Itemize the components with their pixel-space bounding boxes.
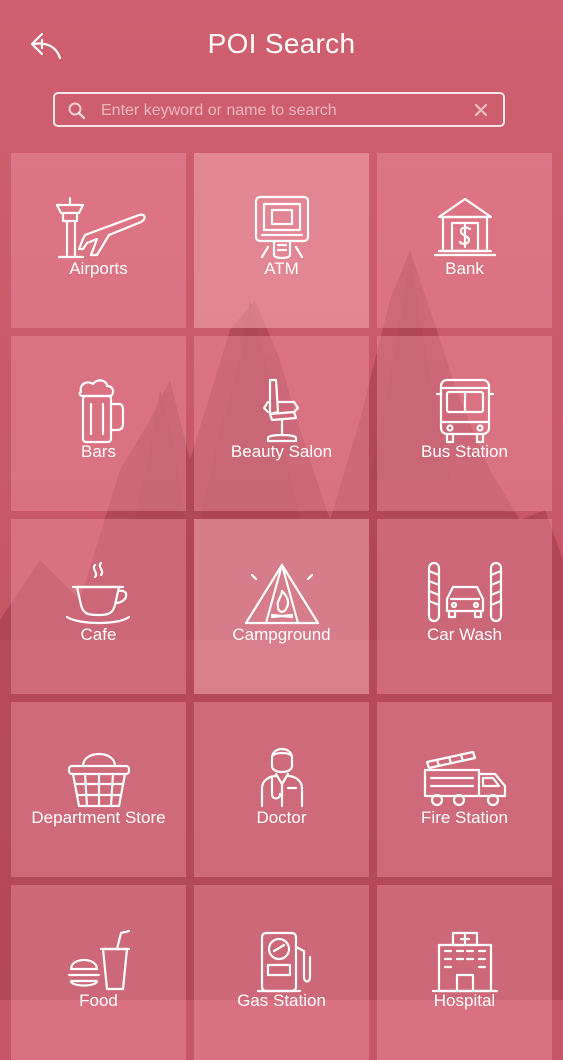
category-bank[interactable]: Bank bbox=[377, 153, 552, 328]
category-car-wash[interactable]: Car Wash bbox=[377, 519, 552, 694]
category-label: Airports bbox=[69, 259, 128, 278]
search-icon bbox=[68, 102, 86, 120]
category-atm[interactable]: ATM bbox=[194, 153, 369, 328]
burger-drink-icon bbox=[49, 927, 149, 995]
category-airports[interactable]: Airports bbox=[11, 153, 186, 328]
basket-icon bbox=[49, 744, 149, 812]
category-department-store[interactable]: Department Store bbox=[11, 702, 186, 877]
category-label: Beauty Salon bbox=[230, 442, 333, 461]
beer-mug-icon bbox=[49, 378, 149, 446]
category-label: Food bbox=[79, 991, 118, 1010]
category-label: Bank bbox=[445, 259, 484, 278]
category-label: Bus Station bbox=[421, 442, 508, 461]
category-label: Doctor bbox=[256, 808, 307, 827]
category-hospital[interactable]: Hospital bbox=[377, 885, 552, 1060]
category-label: Gas Station bbox=[237, 991, 326, 1010]
gas-pump-icon bbox=[232, 927, 332, 995]
search-input[interactable] bbox=[99, 97, 463, 124]
tent-icon bbox=[232, 561, 332, 629]
category-doctor[interactable]: Doctor bbox=[194, 702, 369, 877]
category-label: Cafe bbox=[80, 625, 117, 644]
category-campground[interactable]: Campground bbox=[194, 519, 369, 694]
category-label: Fire Station bbox=[421, 808, 508, 827]
salon-chair-icon bbox=[232, 378, 332, 446]
clear-icon[interactable] bbox=[473, 102, 489, 118]
category-grid: Airports ATM Bank Bars Beauty Salon Bus … bbox=[11, 153, 552, 1060]
category-label: Department Store bbox=[31, 808, 166, 827]
category-beauty-salon[interactable]: Beauty Salon bbox=[194, 336, 369, 511]
category-cafe[interactable]: Cafe bbox=[11, 519, 186, 694]
car-wash-icon bbox=[415, 561, 515, 629]
category-label: Bars bbox=[81, 442, 116, 461]
bus-icon bbox=[415, 378, 515, 446]
category-fire-station[interactable]: Fire Station bbox=[377, 702, 552, 877]
coffee-cup-icon bbox=[49, 561, 149, 629]
airport-icon bbox=[49, 195, 149, 263]
bank-icon bbox=[415, 195, 515, 263]
atm-icon bbox=[232, 195, 332, 263]
category-label: ATM bbox=[264, 259, 299, 278]
header: POI Search bbox=[0, 0, 563, 90]
doctor-icon bbox=[232, 744, 332, 812]
hospital-icon bbox=[415, 927, 515, 995]
category-gas-station[interactable]: Gas Station bbox=[194, 885, 369, 1060]
category-food[interactable]: Food bbox=[11, 885, 186, 1060]
category-label: Car Wash bbox=[427, 625, 502, 644]
search-bar[interactable] bbox=[53, 92, 505, 127]
category-label: Hospital bbox=[433, 991, 496, 1010]
category-label: Campground bbox=[232, 625, 331, 644]
category-bars[interactable]: Bars bbox=[11, 336, 186, 511]
page-title: POI Search bbox=[207, 28, 356, 59]
fire-truck-icon bbox=[415, 744, 515, 812]
category-bus-station[interactable]: Bus Station bbox=[377, 336, 552, 511]
